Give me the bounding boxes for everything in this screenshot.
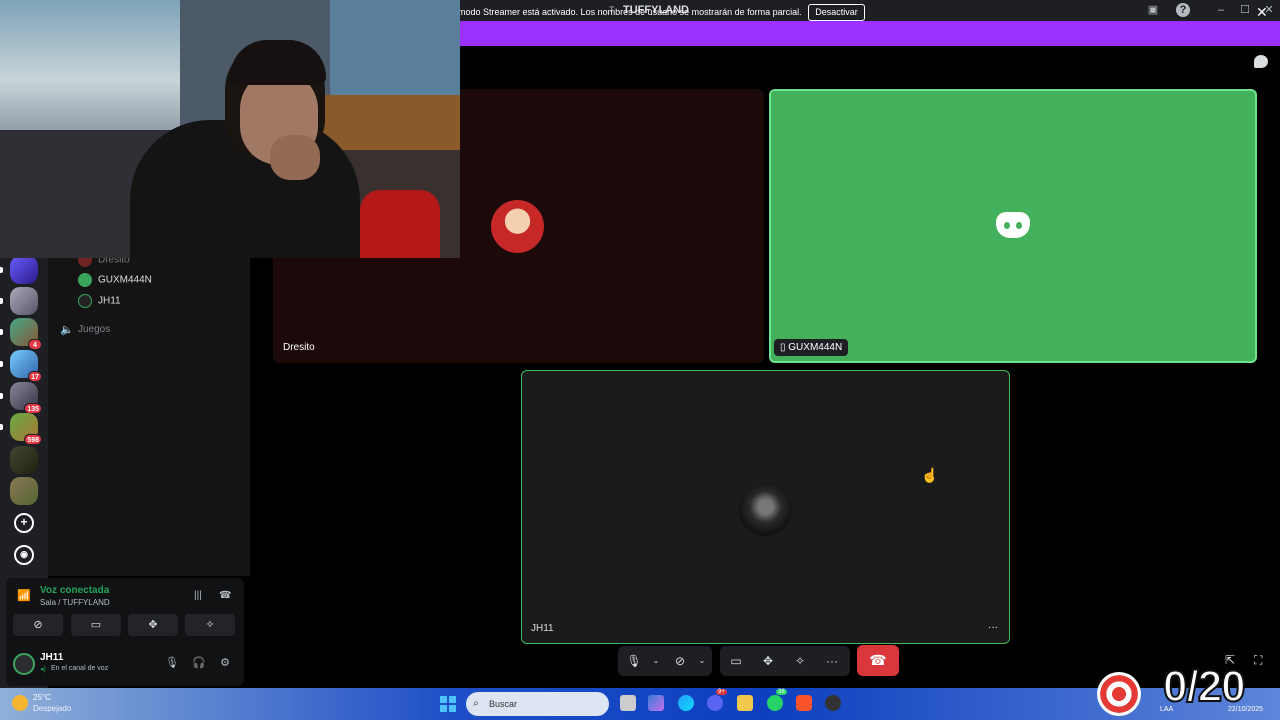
voice-user-jh11[interactable]: JH11 (78, 294, 121, 310)
more-options-icon[interactable]: ··· (988, 622, 998, 633)
avatar (491, 200, 544, 253)
unread-indicator (0, 424, 3, 430)
inbox-icon[interactable]: ▣ (1146, 3, 1160, 17)
server-icon[interactable] (10, 256, 38, 284)
weather-description[interactable]: Despejado (33, 704, 71, 713)
windows-taskbar (0, 688, 1280, 720)
disable-streamer-mode-button[interactable]: Desactivar (808, 4, 865, 21)
close-banner-icon[interactable]: ✕ (1256, 4, 1268, 21)
unread-indicator (0, 329, 3, 335)
current-user-status: En el canal de voz (51, 665, 109, 672)
discord-icon[interactable]: 9+ (707, 689, 727, 711)
avatar (78, 294, 92, 308)
voice-channel-juegos[interactable]: Juegos (78, 324, 110, 335)
voice-channel-path[interactable]: Sala / TUFFYLAND (40, 598, 110, 607)
avatar (78, 273, 92, 287)
server-icon[interactable]: 4 (10, 318, 42, 350)
mic-icon[interactable]: 🎙 (625, 652, 643, 670)
server-icon[interactable] (10, 446, 38, 474)
webcam-overlay (0, 0, 460, 258)
unread-indicator (0, 393, 3, 399)
fullscreen-icon[interactable]: ⛶ (1254, 653, 1262, 668)
mic-icon[interactable]: 🎙 (164, 656, 180, 672)
tile-label: ▯ GUXM444N (774, 339, 849, 356)
notification-badge: 38 (776, 689, 787, 695)
signal-icon: 📶 (17, 590, 31, 602)
mention-badge: 4 (28, 339, 42, 350)
soundboard-button[interactable]: ✧ (185, 614, 235, 636)
gear-icon[interactable]: ⚙ (217, 656, 233, 672)
server-icon[interactable]: 135 (10, 382, 42, 414)
app-icon[interactable] (825, 695, 841, 711)
server-icon[interactable]: 598 (10, 413, 42, 445)
tile-label: JH11 (531, 623, 554, 634)
windows-start-icon[interactable] (440, 696, 456, 712)
voice-user-guxm444n[interactable]: GUXM444N (78, 273, 152, 289)
hang-up-button[interactable]: ☎ (857, 645, 899, 676)
chevron-down-icon[interactable]: ⌄ (693, 652, 711, 670)
activities-button[interactable]: ✥ (128, 614, 178, 636)
help-icon[interactable]: ? (1176, 3, 1190, 17)
speaker-icon: ◂) (40, 666, 46, 673)
file-explorer-icon[interactable] (737, 695, 753, 711)
activities-icon[interactable]: ✥ (759, 652, 777, 670)
screen-share-button[interactable]: ▭ (71, 614, 121, 636)
copilot-icon[interactable] (648, 695, 664, 711)
mention-badge: 17 (28, 371, 42, 382)
unread-indicator (0, 298, 3, 304)
camera-toggle-button[interactable]: ⊘ (13, 614, 63, 636)
streamer-mode-text: modo Streamer está activado. Los nombres… (458, 7, 802, 17)
soundboard-icon[interactable]: ✧ (791, 652, 809, 670)
brave-icon[interactable] (796, 695, 812, 711)
speaker-icon: 🔈 (60, 324, 74, 336)
chat-bubble-icon[interactable] (1254, 55, 1268, 68)
taskbar-search[interactable] (466, 692, 609, 716)
chevron-down-icon[interactable]: ⌄ (647, 652, 665, 670)
unread-indicator (0, 267, 3, 273)
add-server-icon[interactable]: + (14, 513, 34, 533)
server-icon[interactable] (10, 477, 38, 505)
unread-indicator (0, 361, 3, 367)
disconnect-icon[interactable]: ☎ (219, 590, 231, 601)
edge-icon[interactable] (678, 695, 694, 711)
goal-counter: 0/20 (1162, 661, 1247, 712)
search-placeholder: Buscar (489, 699, 518, 709)
mouse-cursor: ☝ (921, 467, 939, 483)
target-icon (1097, 672, 1141, 716)
avatar (739, 483, 792, 536)
notification-badge: 9+ (716, 689, 727, 695)
task-view-icon[interactable] (620, 695, 636, 711)
user-avatar[interactable] (13, 653, 35, 675)
voice-status: Voz conectada (40, 585, 110, 596)
whatsapp-icon[interactable]: 38 (767, 689, 787, 711)
maximize-button[interactable]: ☐ (1238, 3, 1252, 17)
tile-label: Dresito (283, 342, 315, 353)
discover-compass-icon[interactable]: ◉ (14, 545, 34, 565)
server-icon[interactable]: 17 (10, 350, 42, 382)
weather-temperature[interactable]: 25°C (33, 693, 51, 702)
screen-share-icon[interactable]: ▭ (727, 652, 745, 670)
mention-badge: 598 (24, 434, 42, 445)
camera-off-icon[interactable]: ⊘ (671, 652, 689, 670)
weather-sun-icon[interactable] (12, 695, 28, 711)
noise-suppression-icon[interactable]: ||| (194, 590, 202, 601)
minimize-button[interactable]: – (1214, 3, 1228, 17)
server-icon[interactable] (10, 287, 38, 315)
current-username: JH11 (40, 652, 64, 663)
headphones-icon[interactable]: 🎧 (191, 656, 207, 672)
more-icon[interactable]: ··· (823, 652, 841, 670)
discord-logo-icon (996, 212, 1030, 238)
search-icon: ⌕ (473, 698, 479, 709)
